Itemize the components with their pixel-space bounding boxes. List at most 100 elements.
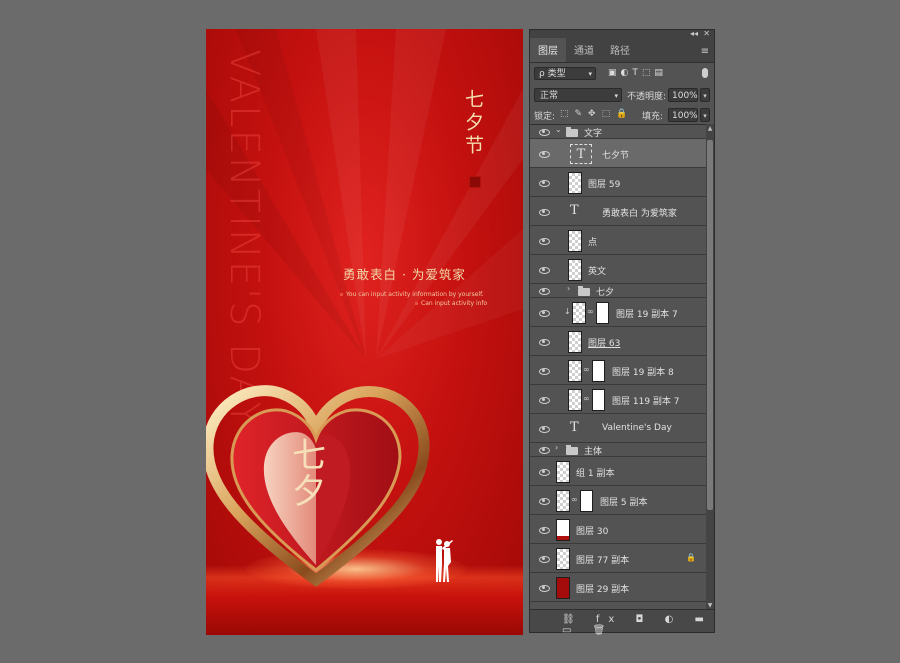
layer-row[interactable]: T Valentine's Day [530,414,706,443]
layer-name: 图层 119 副本 7 [612,396,680,407]
filter-type-icons[interactable]: ▣◐T⬚▤ [608,68,667,78]
layer-row[interactable]: 点 [530,226,706,255]
layer-row[interactable]: ⌄ 文字 [530,125,706,139]
layer-name: 文字 [584,129,603,139]
layer-row[interactable]: 🔒 图层 77 副本 [530,544,706,573]
layer-mask-thumbnail[interactable] [596,301,609,324]
collapse-icon[interactable]: ◂◂ [690,29,698,38]
visibility-eye-icon[interactable] [538,367,550,375]
opacity-dropdown[interactable]: ▾ [700,88,710,102]
layer-thumbnail [568,171,582,194]
filter-label: ρ 类型 [539,69,566,79]
layer-filter-select[interactable]: ρ 类型 ▾ [534,67,596,80]
visibility-eye-icon[interactable] [538,468,550,476]
visibility-eye-icon[interactable] [538,179,550,187]
text-layer-icon: T [570,419,579,435]
layer-name: 图层 29 副本 [576,584,630,595]
vertical-english-text: VALENTINE'S DAY [221,49,267,428]
link-chain-icon[interactable]: ∞ [571,495,578,504]
opacity-label: 不透明度: [627,92,667,102]
layer-name: 图层 5 副本 [600,497,648,508]
panel-menu-icon[interactable]: ≡ [701,46,709,57]
layer-row[interactable]: ∞ 图层 19 副本 8 [530,356,706,385]
info-line-1: You can input activity information by yo… [340,291,484,298]
layer-row[interactable]: 图层 59 [530,168,706,197]
layer-action-icons[interactable]: ⛓ fx ◘ ◐ ▬ ▭ 🗑 [562,614,714,636]
layer-mask-thumbnail[interactable] [592,388,605,411]
layer-row[interactable]: 图层 29 副本 [530,573,706,602]
layer-thumbnail [572,301,586,324]
poster-canvas[interactable]: VALENTINE'S DAY 七夕节 勇敢表白 · 为爱筑家 You can … [206,29,523,635]
panel-tabs: 图层 通道 路径 ≡ [530,38,714,63]
folder-icon [578,286,590,296]
layer-name: 图层 19 副本 8 [612,367,674,378]
visibility-eye-icon[interactable] [538,208,550,216]
layer-mask-thumbnail[interactable] [580,489,593,512]
layer-name: 点 [588,237,598,248]
visibility-eye-icon[interactable] [538,555,550,563]
layers-scrollbar[interactable]: ▲ ▼ [706,124,714,610]
fill-label: 填充: [642,112,664,122]
layer-name: 七夕 [596,288,615,298]
chevron-right-icon[interactable]: › [567,284,570,293]
layer-name: 勇敢表白 为爱筑家 [602,208,677,219]
tab-layers[interactable]: 图层 [530,38,566,62]
text-layer-icon: T [570,202,579,218]
heart-character: 七夕 [292,436,326,512]
layer-row[interactable]: › 主体 [530,443,706,457]
layer-row[interactable]: 组 1 副本 [530,457,706,486]
layer-name: 图层 59 [588,179,621,190]
scroll-up-icon[interactable]: ▲ [706,125,714,132]
tab-channels[interactable]: 通道 [566,38,602,62]
poster-title: 七夕节 [462,89,484,158]
layer-row[interactable]: 图层 30 [530,515,706,544]
visibility-eye-icon[interactable] [538,425,550,433]
layer-name: 组 1 副本 [576,468,615,479]
link-chain-icon[interactable]: ∞ [583,394,590,403]
fill-input[interactable]: 100% [668,108,698,122]
link-chain-icon[interactable]: ∞ [587,307,594,316]
layer-row[interactable]: ↓ ∞ 图层 19 副本 7 [530,298,706,327]
layer-name: 图层 63 [588,338,621,349]
layer-row[interactable]: 英文 [530,255,706,284]
scroll-down-icon[interactable]: ▼ [706,602,714,609]
chevron-right-icon[interactable]: › [555,443,558,452]
scroll-thumb[interactable] [707,140,713,510]
filter-toggle[interactable] [702,68,708,78]
lock-icon: 🔒 [686,552,696,562]
visibility-eye-icon[interactable] [538,396,550,404]
lock-icons[interactable]: ⬚✎✥⬚🔒 [560,109,633,119]
close-icon[interactable]: ✕ [703,29,710,38]
opacity-input[interactable]: 100% [668,88,698,102]
tab-paths[interactable]: 路径 [602,38,638,62]
blend-row: 正常 ▾ 不透明度: 100% ▾ [530,85,714,105]
layer-row[interactable]: ∞ 图层 119 副本 7 [530,385,706,414]
link-chain-icon[interactable]: ∞ [583,365,590,374]
visibility-eye-icon[interactable] [538,526,550,534]
layer-name: Valentine's Day [602,422,672,433]
layers-list: ⌄ 文字 T 七夕节 图层 59 T 勇敢表白 为爱筑家点英文 › 七夕 ↓ ∞ 图层 19 副本 7… [530,124,706,611]
visibility-eye-icon[interactable] [538,309,550,317]
fill-dropdown[interactable]: ▾ [700,108,710,122]
visibility-eye-icon[interactable] [538,584,550,592]
visibility-eye-icon[interactable] [538,497,550,505]
visibility-eye-icon[interactable] [538,287,550,295]
layer-mask-thumbnail[interactable] [592,359,605,382]
visibility-eye-icon[interactable] [538,237,550,245]
visibility-eye-icon[interactable] [538,338,550,346]
layer-thumbnail [568,388,582,411]
text-layer-icon: T [570,143,592,164]
visibility-eye-icon[interactable] [538,446,550,454]
visibility-eye-icon[interactable] [538,266,550,274]
layer-row[interactable]: T 七夕节 [530,139,706,168]
visibility-eye-icon[interactable] [538,128,550,136]
layer-row[interactable]: ∞ 图层 5 副本 [530,486,706,515]
folder-icon [566,445,578,455]
chevron-down-icon[interactable]: ⌄ [555,125,562,134]
layer-row[interactable]: 图层 63 [530,327,706,356]
layer-thumbnail [568,258,582,281]
blend-mode-select[interactable]: 正常 ▾ [534,88,622,102]
layer-row[interactable]: › 七夕 [530,284,706,298]
visibility-eye-icon[interactable] [538,150,550,158]
layer-row[interactable]: T 勇敢表白 为爱筑家 [530,197,706,226]
